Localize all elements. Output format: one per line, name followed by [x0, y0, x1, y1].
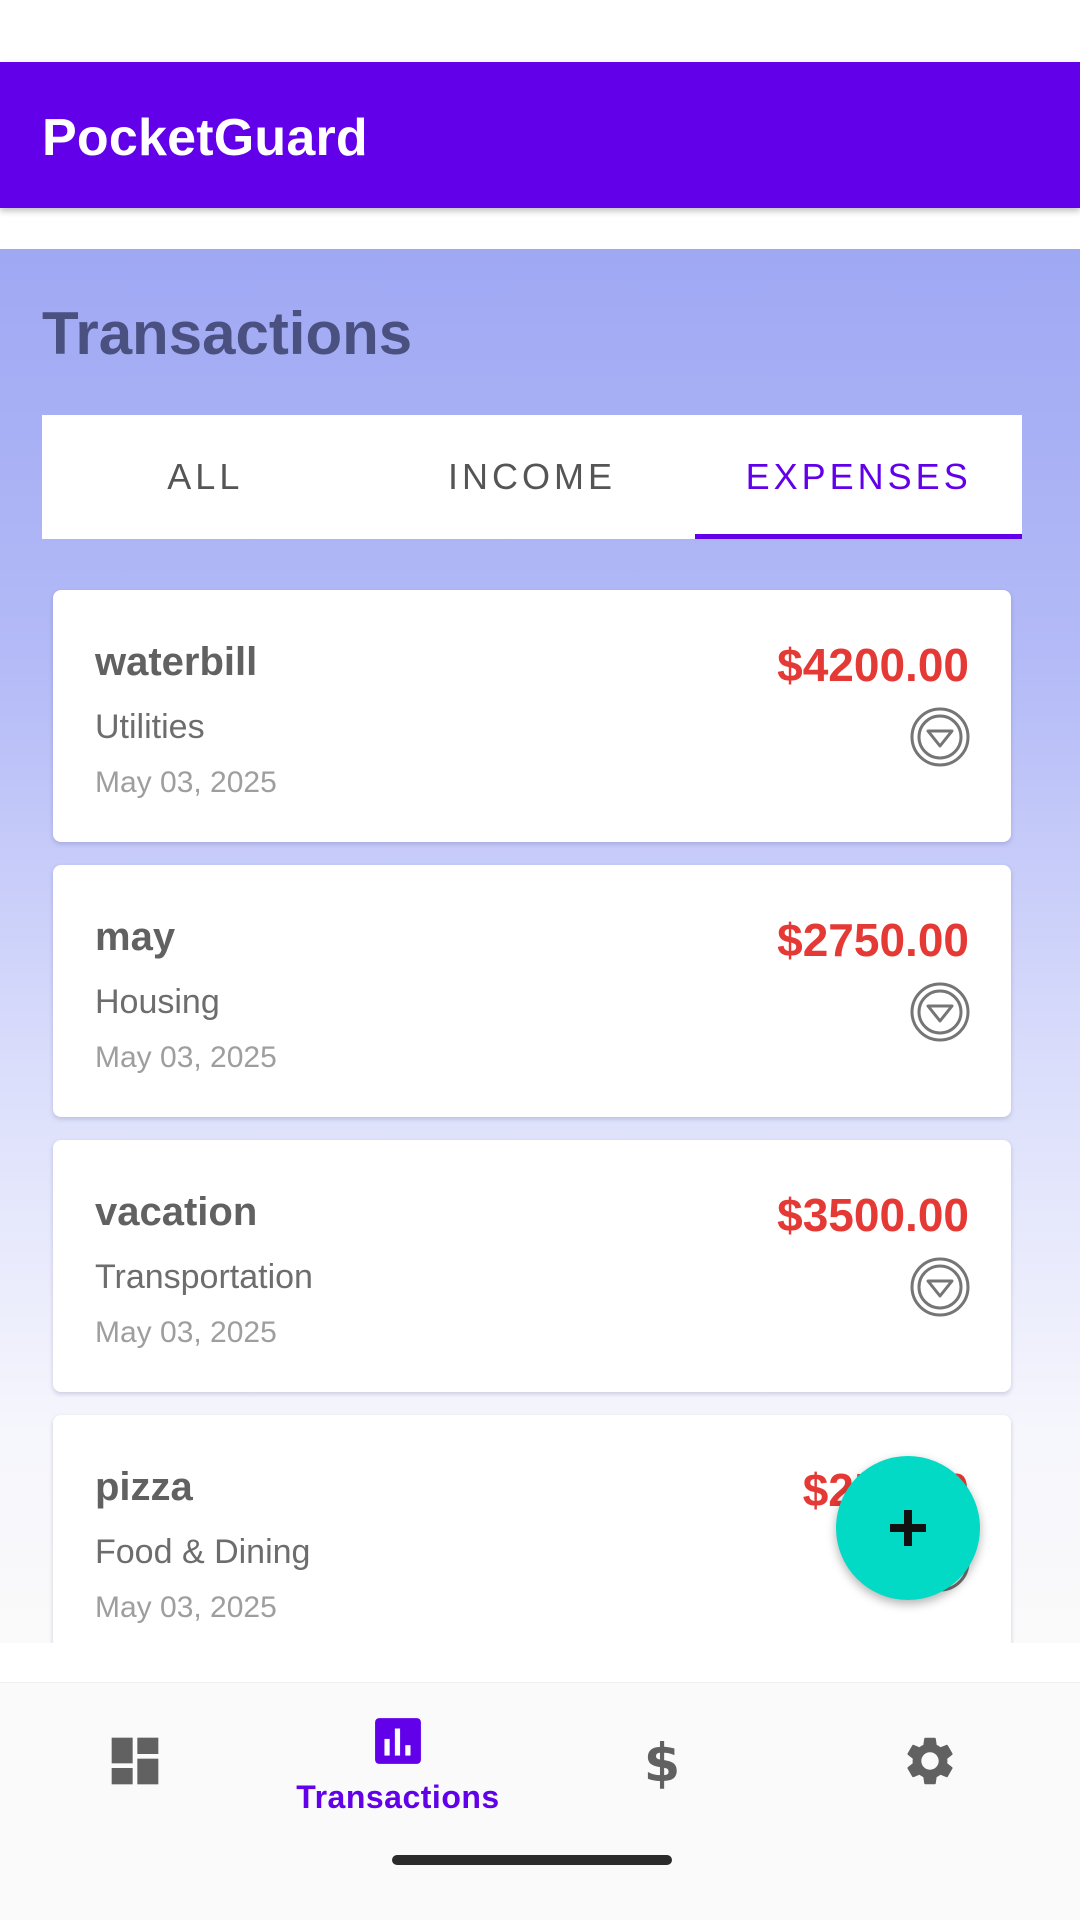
nav-item-transactions[interactable]: Transactions — [263, 1683, 533, 1843]
transaction-title: vacation — [95, 1190, 258, 1234]
transaction-title: waterbill — [95, 640, 258, 684]
dollar-icon: $ — [644, 1733, 681, 1791]
nav-label-transactions: Transactions — [296, 1779, 500, 1815]
plus-icon — [890, 1510, 926, 1546]
status-bar — [0, 0, 1080, 62]
tab-income-label: INCOME — [448, 456, 616, 497]
page-title: Transactions — [42, 300, 413, 367]
transaction-card[interactable]: waterbill Utilities May 03, 2025 $4200.0… — [53, 590, 1011, 842]
transaction-amount: $4200.00 — [777, 639, 969, 691]
bottom-navigation: Transactions $ — [0, 1682, 1080, 1920]
app-bar: PocketGuard — [0, 62, 1080, 208]
expense-down-icon — [910, 982, 970, 1042]
transaction-title: may — [95, 915, 176, 959]
bar-chart-icon — [375, 1718, 421, 1764]
transaction-card[interactable]: vacation Transportation May 03, 2025 $35… — [53, 1140, 1011, 1392]
transactions-screen[interactable]: Transactions ALL INCOME EXPENSES waterbi… — [0, 249, 1080, 1643]
expense-down-icon — [910, 707, 970, 767]
nav-item-settings[interactable] — [795, 1683, 1065, 1843]
tab-expenses-label: EXPENSES — [745, 456, 972, 497]
dashboard-icon — [111, 1737, 159, 1785]
tab-income[interactable]: INCOME — [369, 415, 696, 539]
expense-down-icon — [910, 1257, 970, 1317]
tab-expenses[interactable]: EXPENSES — [695, 415, 1023, 539]
svg-text:$: $ — [644, 1733, 681, 1791]
app-title: PocketGuard — [42, 109, 368, 167]
tab-all[interactable]: ALL — [42, 415, 369, 539]
tab-indicator — [695, 534, 1023, 539]
gear-icon — [907, 1737, 953, 1785]
home-indicator[interactable] — [392, 1855, 672, 1865]
transaction-category: Transportation — [95, 1258, 313, 1296]
transaction-amount: $2750.00 — [777, 914, 969, 966]
nav-item-budget[interactable]: $ — [527, 1683, 797, 1843]
transaction-category: Food & Dining — [95, 1533, 311, 1571]
transaction-card[interactable]: may Housing May 03, 2025 $2750.00 — [53, 865, 1011, 1117]
transaction-date: May 03, 2025 — [95, 1591, 277, 1624]
transaction-category: Utilities — [95, 708, 205, 746]
transaction-date: May 03, 2025 — [95, 1041, 277, 1074]
nav-item-dashboard[interactable] — [0, 1683, 270, 1843]
transaction-category: Housing — [95, 983, 220, 1021]
filter-tabs: ALL INCOME EXPENSES — [42, 415, 1023, 539]
transaction-date: May 03, 2025 — [95, 1316, 277, 1349]
tab-all-label: ALL — [167, 456, 244, 497]
transaction-title: pizza — [95, 1465, 193, 1509]
transaction-amount: $3500.00 — [777, 1189, 969, 1241]
transaction-date: May 03, 2025 — [95, 766, 277, 799]
add-transaction-button[interactable] — [836, 1456, 980, 1600]
